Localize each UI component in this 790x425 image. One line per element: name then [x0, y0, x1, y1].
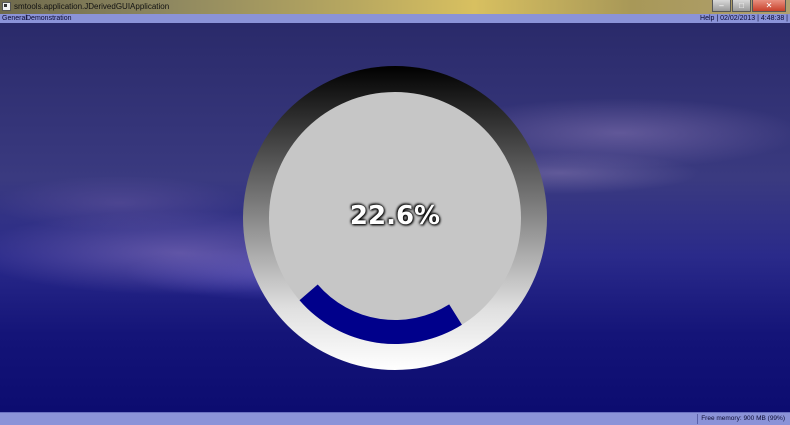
menu-bar: General Demonstration Help | 02/02/2013 …	[0, 14, 790, 23]
status-bar: Free memory: 900 MB (99%)	[0, 412, 790, 425]
progress-percentage: 22.6%	[349, 201, 441, 231]
window-title: smtools.application.JDerivedGUIApplicati…	[14, 2, 170, 11]
free-memory-status: Free memory: 900 MB (99%)	[697, 414, 788, 424]
minimize-button[interactable]: –	[712, 0, 731, 12]
app-icon[interactable]	[2, 2, 11, 11]
close-button[interactable]: ✕	[752, 0, 786, 12]
title-bar[interactable]: smtools.application.JDerivedGUIApplicati…	[0, 0, 790, 14]
maximize-button[interactable]: □	[732, 0, 751, 12]
menu-demonstration[interactable]: Demonstration	[26, 14, 72, 23]
window-controls: – □ ✕	[712, 0, 786, 13]
menu-help-datetime[interactable]: Help | 02/02/2013 | 4:48:38 |	[700, 14, 788, 23]
menu-general[interactable]: General	[2, 14, 27, 23]
